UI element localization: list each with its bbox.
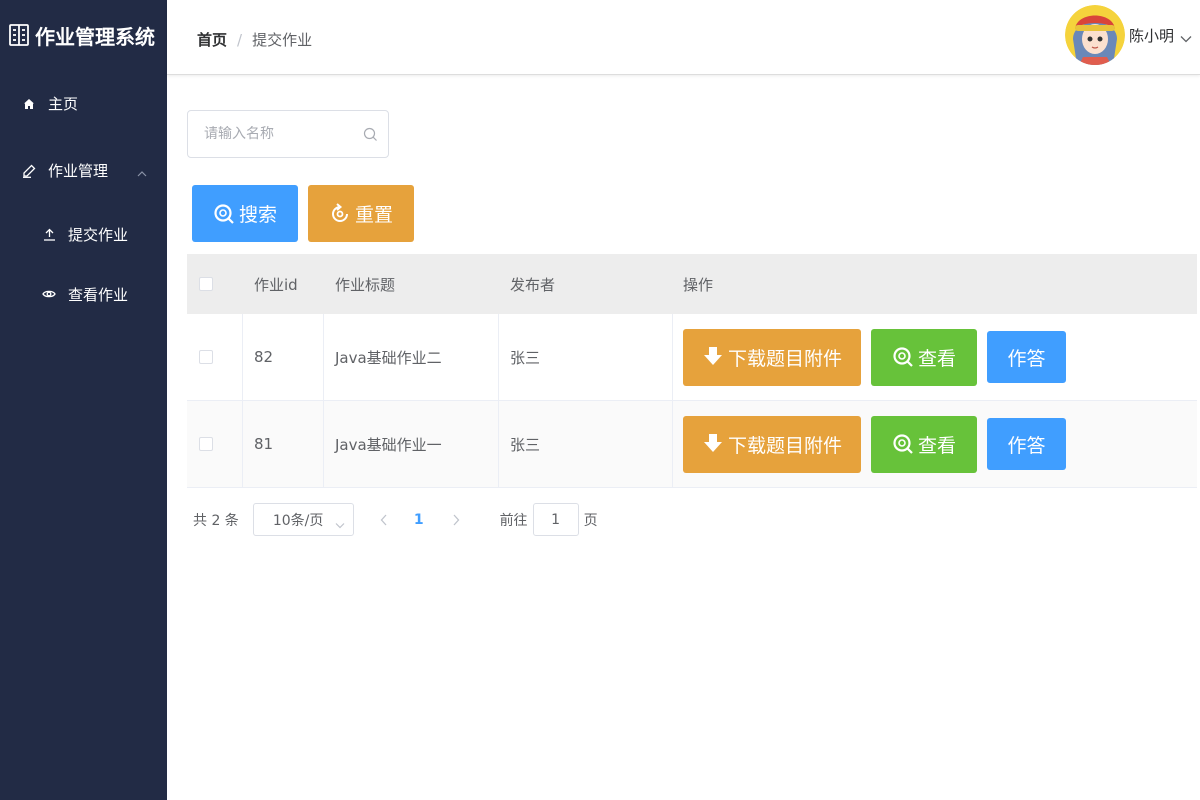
cell-id: 82 [243,314,324,400]
chevron-down-icon [1180,31,1192,39]
table-header: 作业id 作业标题 发布者 操作 [187,254,1197,314]
sidebar-item-view-homework[interactable]: 查看作业 [0,264,167,324]
column-header-publisher: 发布者 [499,254,673,314]
breadcrumb-separator: / [237,31,242,49]
answer-button[interactable]: 作答 [987,331,1066,383]
reset-button-label: 重置 [355,200,393,227]
select-all-checkbox[interactable] [199,277,213,291]
header-checkbox-cell [187,254,243,314]
download-icon [702,346,724,368]
row-checkbox[interactable] [199,350,213,364]
search-button[interactable]: 搜索 [192,185,298,242]
chevron-down-icon [335,517,345,524]
sidebar-item-home[interactable]: 主页 [0,70,167,137]
search-input[interactable] [204,126,354,142]
sidebar-item-label: 作业管理 [48,160,108,181]
column-header-title: 作业标题 [324,254,499,314]
search-icon [363,127,378,142]
home-icon [22,97,36,111]
pagination-total: 共 2 条 [193,510,239,530]
cell-actions: 下载题目附件 查看 作答 [673,401,1197,487]
chevron-left-icon [380,514,388,526]
upload-icon [42,227,56,241]
sidebar-item-label: 主页 [48,93,78,114]
page-number-current[interactable]: 1 [414,512,424,528]
download-button-label: 下载题目附件 [728,431,842,458]
goto-page-field[interactable] [533,503,579,536]
view-button[interactable]: 查看 [871,416,977,473]
chevron-right-icon [452,514,460,526]
avatar [1065,5,1125,65]
search-icon [213,203,235,225]
search-icon [892,433,914,455]
answer-button-label: 作答 [1007,344,1045,371]
view-button-label: 查看 [918,344,956,371]
sidebar-item-label: 提交作业 [68,224,128,245]
search-field[interactable] [187,110,389,158]
breadcrumb-current: 提交作业 [252,29,312,50]
chevron-up-icon [137,164,147,172]
sidebar-item-label: 查看作业 [68,284,128,305]
cell-publisher: 张三 [499,314,673,400]
download-icon [702,433,724,455]
breadcrumb-home[interactable]: 首页 [197,29,227,50]
table-row: 81 Java基础作业一 张三 下载题目附件 查看 作答 [187,401,1197,488]
cell-publisher: 张三 [499,401,673,487]
row-checkbox[interactable] [199,437,213,451]
building-icon [8,23,30,47]
row-checkbox-cell [187,314,243,400]
reset-button[interactable]: 重置 [308,185,414,242]
sidebar-item-homework-manage[interactable]: 作业管理 [0,137,167,204]
search-icon [892,346,914,368]
prev-page-button[interactable] [376,512,392,528]
page-suffix: 页 [584,510,598,530]
search-button-label: 搜索 [239,200,277,227]
table-row: 82 Java基础作业二 张三 下载题目附件 查看 作答 [187,314,1197,401]
cell-id: 81 [243,401,324,487]
top-header: 首页 / 提交作业 陈小明 [167,0,1200,75]
user-menu[interactable]: 陈小明 [1065,0,1192,70]
view-button[interactable]: 查看 [871,329,977,386]
download-attachment-button[interactable]: 下载题目附件 [683,329,861,386]
next-page-button[interactable] [448,512,464,528]
app-logo: 作业管理系统 [0,0,167,70]
column-header-id: 作业id [243,254,324,314]
view-button-label: 查看 [918,431,956,458]
breadcrumb: 首页 / 提交作业 [197,29,312,50]
pagination: 共 2 条 10条/页 1 前往 页 [193,503,598,536]
row-checkbox-cell [187,401,243,487]
column-header-actions: 操作 [673,254,1197,314]
cell-actions: 下载题目附件 查看 作答 [673,314,1197,400]
sidebar-item-submit-homework[interactable]: 提交作业 [0,204,167,264]
refresh-icon [329,203,351,225]
page-size-value: 10条/页 [273,510,324,530]
app-title: 作业管理系统 [35,21,155,50]
eye-icon [42,287,56,301]
page-size-select[interactable]: 10条/页 [253,503,354,536]
download-attachment-button[interactable]: 下载题目附件 [683,416,861,473]
cell-title: Java基础作业二 [324,314,499,400]
sidebar: 作业管理系统 主页 作业管理 提交作业 查看作业 [0,0,167,800]
download-button-label: 下载题目附件 [728,344,842,371]
answer-button-label: 作答 [1007,431,1045,458]
homework-table: 作业id 作业标题 发布者 操作 82 Java基础作业二 张三 下载题目附件 … [187,254,1197,488]
answer-button[interactable]: 作答 [987,418,1066,470]
cell-title: Java基础作业一 [324,401,499,487]
edit-icon [22,164,36,178]
goto-page-input[interactable] [541,512,571,528]
goto-label: 前往 [500,510,528,530]
user-name: 陈小明 [1129,25,1174,46]
